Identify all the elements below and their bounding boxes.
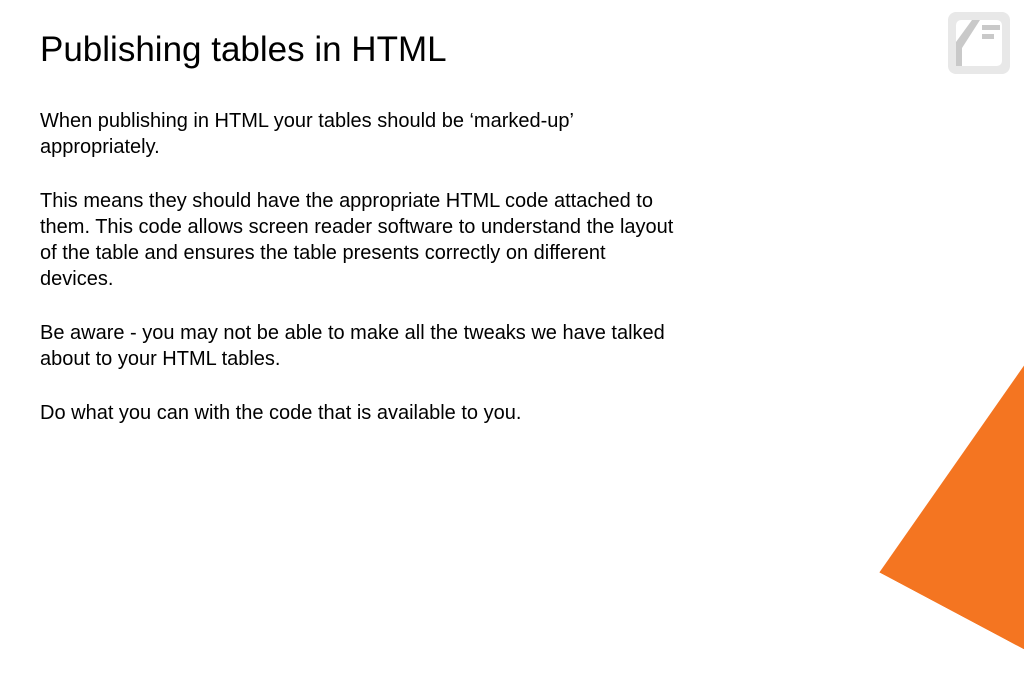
slide-title: Publishing tables in HTML: [40, 30, 984, 70]
brand-logo-icon: [948, 12, 1010, 74]
slide: Publishing tables in HTML When publishin…: [0, 0, 1024, 576]
body-paragraph: Do what you can with the code that is av…: [40, 400, 680, 426]
body-paragraph: Be aware - you may not be able to make a…: [40, 320, 680, 372]
slide-body: When publishing in HTML your tables shou…: [40, 108, 680, 426]
body-paragraph: This means they should have the appropri…: [40, 188, 680, 292]
body-paragraph: When publishing in HTML your tables shou…: [40, 108, 680, 160]
